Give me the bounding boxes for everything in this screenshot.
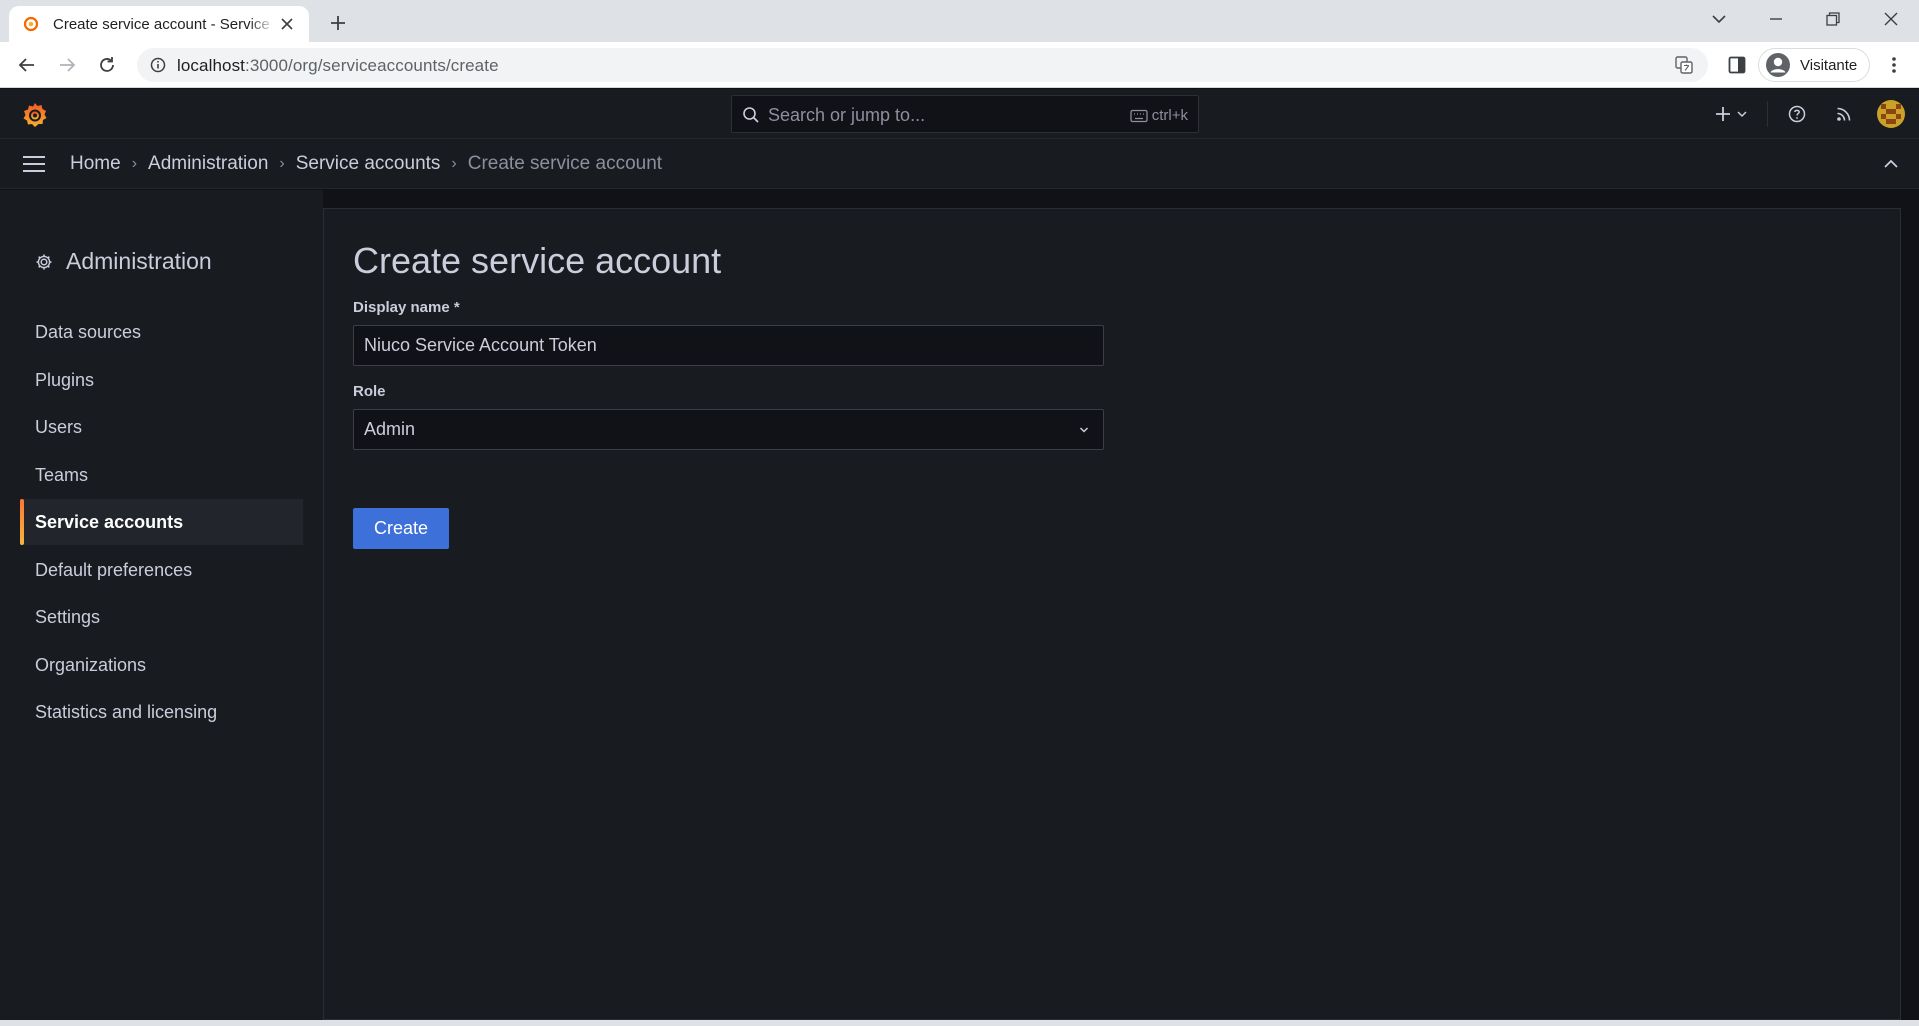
grafana-logo-icon[interactable] [21,101,49,129]
sidebar-item-settings[interactable]: Settings [20,594,303,640]
shortcut-text: ctrl+k [1151,107,1188,124]
tab-title: Create service account - Service account… [53,15,275,33]
sidebar-title: Administration [66,248,212,274]
chevron-down-icon [1736,111,1747,118]
search-icon [742,106,760,124]
close-tab-icon[interactable] [277,14,297,34]
sidebar-item-default-preferences[interactable]: Default preferences [20,547,303,593]
breadcrumb: Home › Administration › Service accounts… [70,153,662,175]
address-bar[interactable]: localhost:3000/org/serviceaccounts/creat… [137,48,1708,82]
display-name-label: Display name * [353,299,460,316]
breadcrumb-home[interactable]: Home [70,153,121,175]
tab-search-chevron-icon[interactable] [1704,6,1734,32]
help-icon[interactable] [1784,101,1810,127]
breadcrumb-current: Create service account [467,153,663,174]
search-placeholder: Search or jump to... [768,105,926,125]
chevron-right-icon: › [451,155,457,172]
sidebar-item-teams[interactable]: Teams [20,452,303,498]
display-name-input[interactable]: Niuco Service Account Token [353,325,1104,366]
browser-tab-strip: Create service account - Service account… [0,0,1919,42]
chevron-up-icon[interactable] [1881,154,1901,174]
hamburger-menu-icon[interactable] [20,152,48,176]
chevron-right-icon: › [131,155,138,172]
plus-icon [1715,107,1730,121]
breadcrumb-service-accounts[interactable]: Service accounts [296,153,441,175]
role-selected-value: Admin [364,419,416,439]
sidebar-item-service-accounts[interactable]: Service accounts [20,499,303,545]
sidebar-item-plugins[interactable]: Plugins [20,357,303,403]
url-host: localhost [177,56,245,75]
window-bottom-edge [0,1020,1919,1026]
sidebar-item-data-sources[interactable]: Data sources [20,309,303,355]
breadcrumb-bar: Home › Administration › Service accounts… [0,139,1919,189]
profile-button[interactable]: Visitante [1758,48,1870,82]
search-shortcut-hint: ctrl+k [1130,107,1188,124]
close-window-icon[interactable] [1876,6,1906,32]
profile-avatar-icon [1765,52,1791,78]
browser-toolbar: localhost:3000/org/serviceaccounts/creat… [0,42,1919,88]
create-button[interactable]: Create [353,508,449,549]
grafana-top-bar: Search or jump to... ctrl+k [0,89,1919,139]
chevron-down-icon [1079,427,1089,433]
news-rss-icon[interactable] [1831,101,1857,127]
profile-name: Visitante [1800,56,1858,74]
sidebar-item-statistics-and-licensing[interactable]: Statistics and licensing [20,689,303,735]
keyboard-icon [1130,109,1148,122]
translate-icon[interactable] [1674,55,1694,75]
page-title: Create service account [353,240,722,281]
chevron-right-icon: › [279,155,285,172]
sidebar-header: Administration [34,248,212,275]
browser-menu-icon[interactable] [1882,53,1906,77]
role-label: Role [353,383,386,400]
add-new-button[interactable] [1710,101,1750,127]
browser-tab[interactable]: Create service account - Service account… [9,6,309,42]
restore-icon[interactable] [1818,6,1848,32]
url-path: :3000/org/serviceaccounts/create [245,56,499,75]
side-panel-icon[interactable] [1725,53,1749,77]
url-text: localhost:3000/org/serviceaccounts/creat… [177,56,499,76]
toolbar-divider [1767,101,1768,127]
back-arrow-icon[interactable] [13,51,41,79]
minimize-icon[interactable] [1761,6,1791,32]
search-bar[interactable]: Search or jump to... ctrl+k [731,95,1199,133]
grafana-favicon-icon [21,14,41,34]
sidebar-item-organizations[interactable]: Organizations [20,642,303,688]
admin-sidebar: Administration Data sources Plugins User… [0,190,323,1020]
user-avatar[interactable] [1877,100,1905,128]
role-select[interactable]: Admin [353,409,1104,450]
breadcrumb-administration[interactable]: Administration [148,153,268,175]
reload-icon[interactable] [93,51,121,79]
main-content: Create service account Display name * Ni… [323,208,1901,1020]
new-tab-icon[interactable] [325,10,351,36]
site-info-icon[interactable] [149,56,167,74]
sidebar-item-users[interactable]: Users [20,404,303,450]
forward-arrow-icon[interactable] [53,51,81,79]
cog-icon [34,252,54,272]
